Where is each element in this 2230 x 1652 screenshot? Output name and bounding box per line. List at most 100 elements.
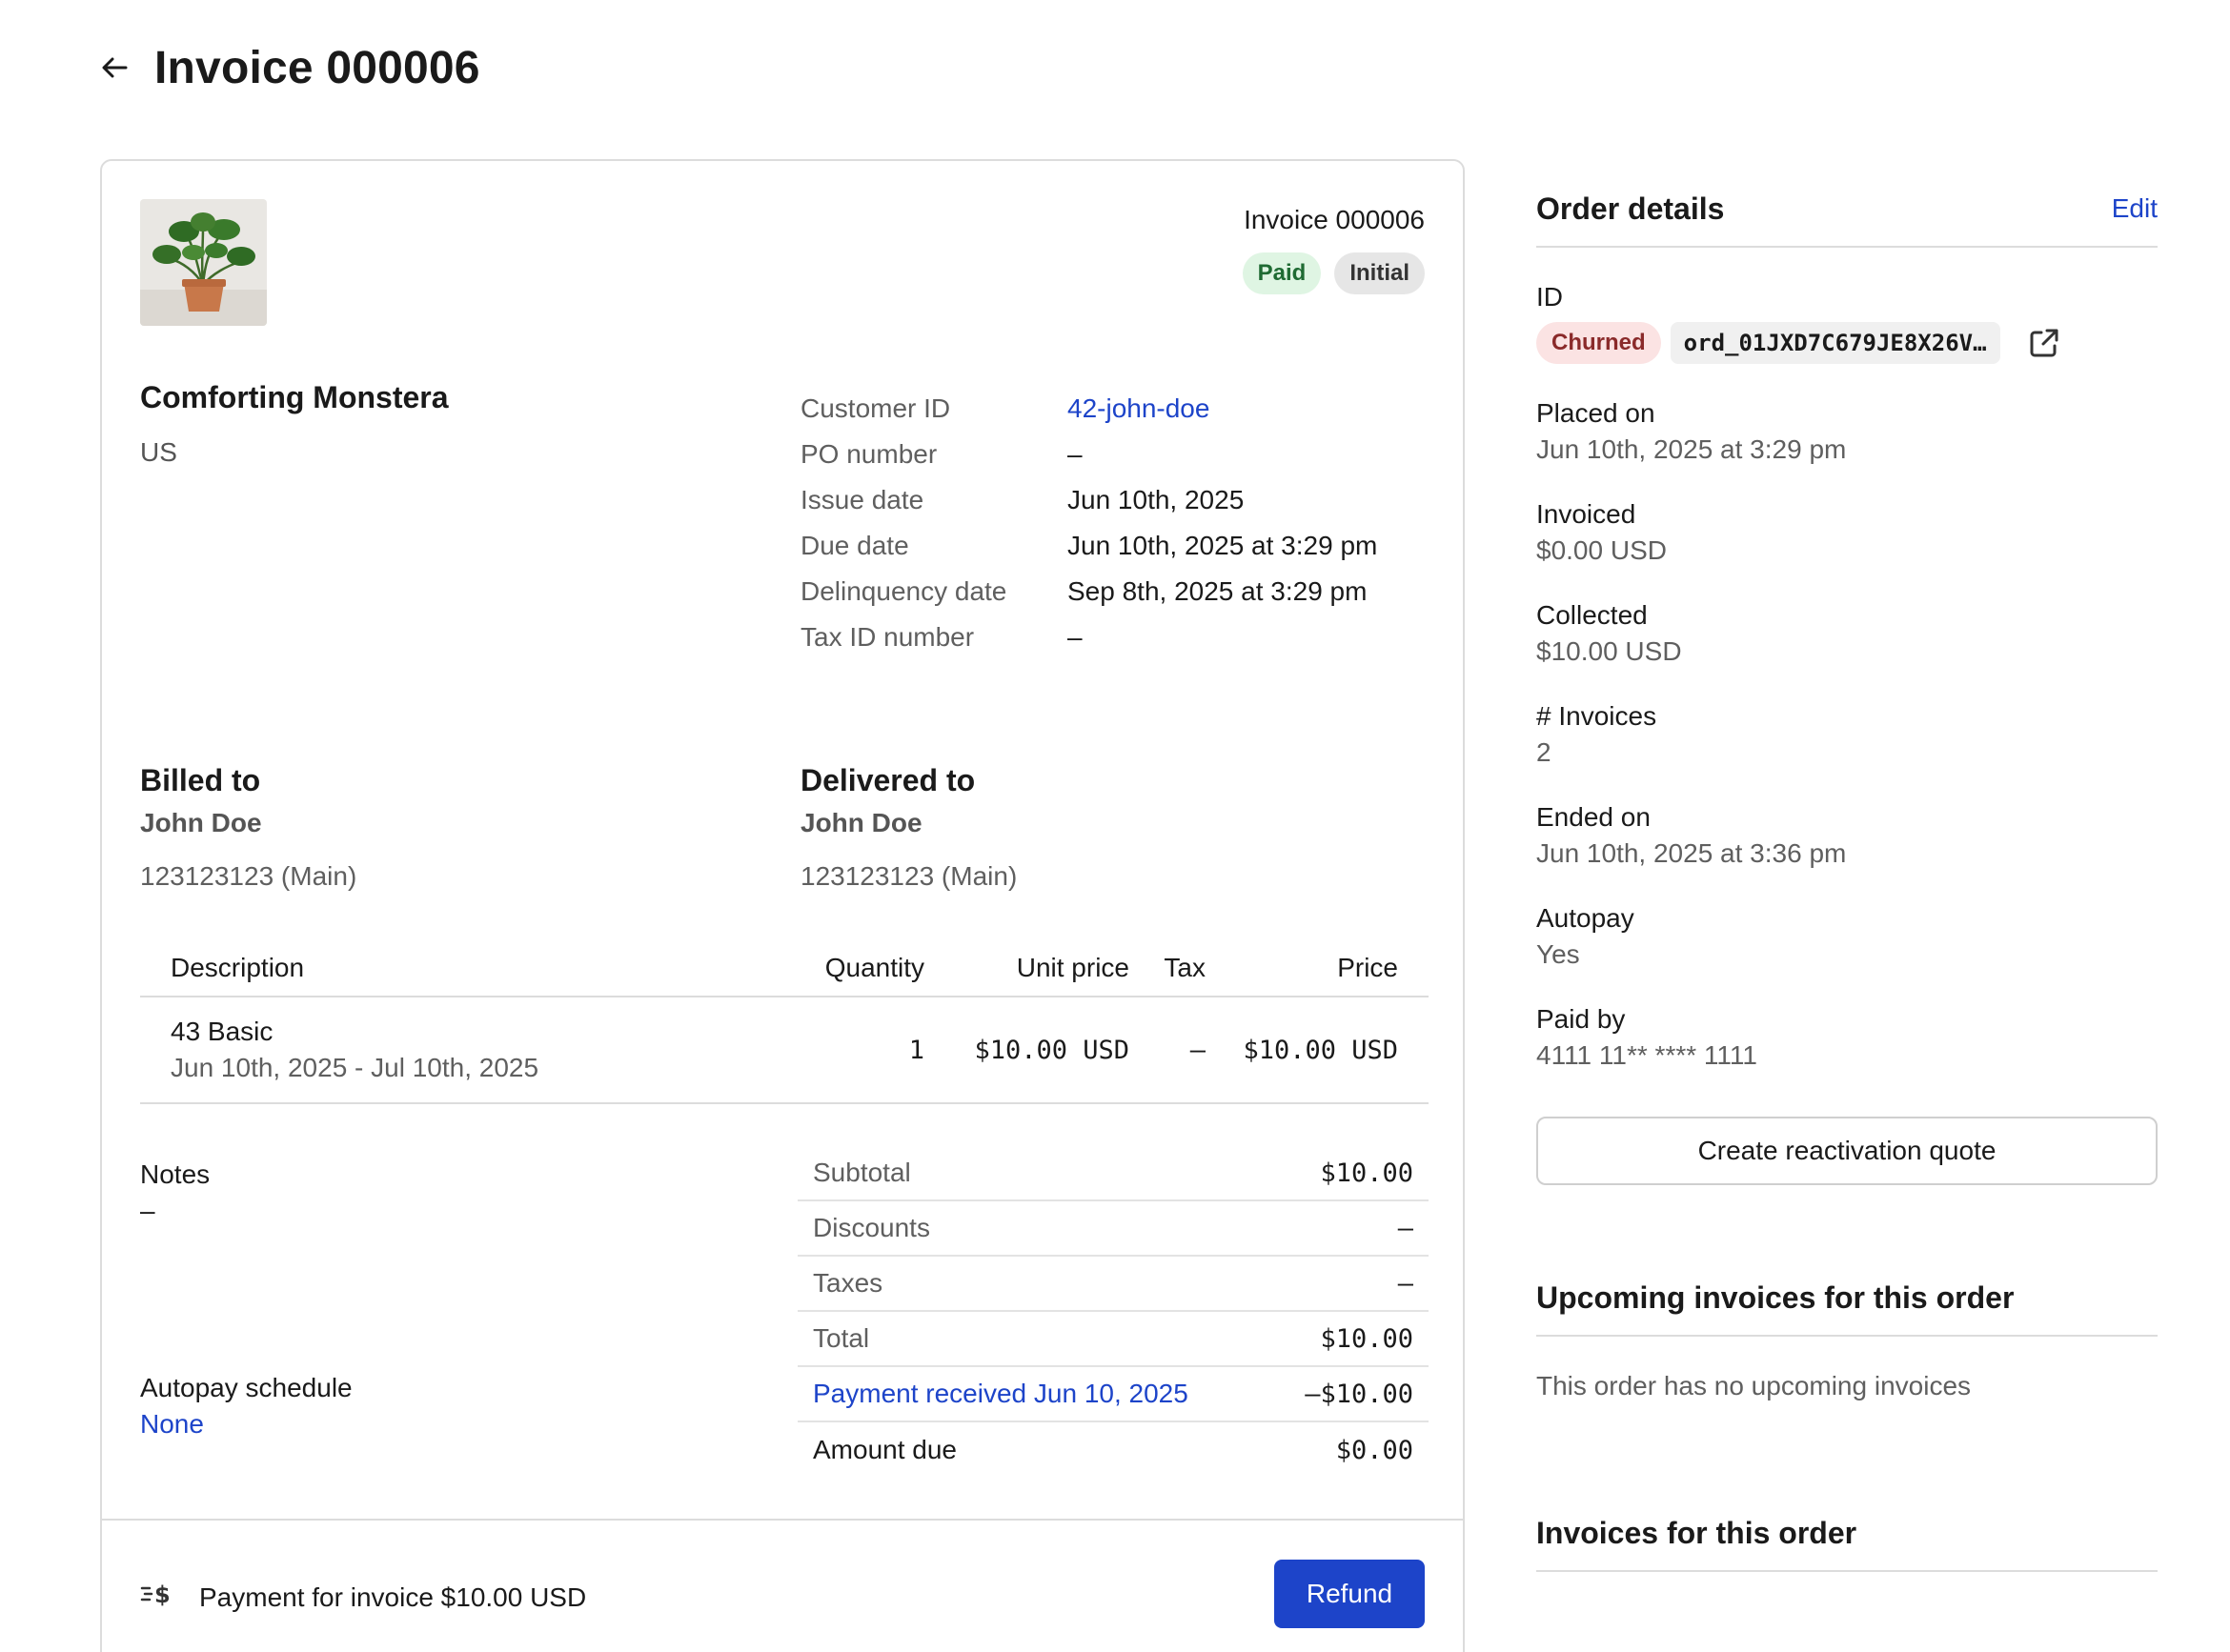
field-label: Placed on (1536, 398, 1655, 428)
meta-row-due-date: Due date Jun 10th, 2025 at 3:29 pm (801, 523, 1429, 569)
order-id-row: Churned ord_01JXD7C679JE8X26V… (1536, 322, 2158, 364)
meta-label: Delinquency date (801, 576, 1007, 606)
payment-speed-icon: $ (140, 1579, 178, 1616)
amount-due-row: Amount due $0.00 (798, 1422, 1429, 1478)
upcoming-invoices-section: Upcoming invoices for this order This or… (1536, 1280, 2158, 1401)
payment-received-row: Payment received Jun 10, 2025 –$10.00 (798, 1367, 1429, 1422)
payment-line-text: Payment for invoice $10.00 USD (199, 1581, 587, 1612)
total-row: Total $10.00 (798, 1312, 1429, 1367)
paid-by-field: Paid by 4111 11** **** 1111 (1536, 1004, 2158, 1071)
payment-line: $ Payment for invoice $10.00 USD (140, 1579, 586, 1616)
meta-row-tax-id: Tax ID number – (801, 614, 1429, 660)
item-description: 43 Basic Jun 10th, 2025 - Jul 10th, 2025 (140, 1017, 801, 1083)
total-value: $10.00 (1320, 1323, 1413, 1354)
delivered-to-phone: 123123123 (Main) (801, 861, 1018, 891)
meta-row-delinquency-date: Delinquency date Sep 8th, 2025 at 3:29 p… (801, 569, 1429, 614)
churned-badge: Churned (1536, 322, 1661, 364)
order-id-field: ID Churned ord_01JXD7C679JE8X26V… (1536, 282, 2158, 364)
notes-label: Notes (140, 1159, 211, 1189)
meta-value: Sep 8th, 2025 at 3:29 pm (1067, 576, 1368, 606)
field-label: Paid by (1536, 1004, 1626, 1034)
total-value: – (1397, 1213, 1413, 1243)
invoices-count-field: # Invoices 2 (1536, 701, 2158, 768)
field-label: Invoiced (1536, 499, 1636, 529)
totals: Subtotal $10.00 Discounts – Taxes – Tota… (798, 1146, 1429, 1478)
billed-to: Billed to John Doe 123123123 (Main) (140, 763, 356, 892)
item-period: Jun 10th, 2025 - Jul 10th, 2025 (171, 1053, 539, 1082)
col-unit-price: Unit price (1016, 953, 1129, 982)
order-invoices-heading: Invoices for this order (1536, 1516, 2158, 1572)
refund-button[interactable]: Refund (1274, 1560, 1425, 1628)
total-label: Amount due (813, 1435, 957, 1464)
item-quantity: 1 (908, 1035, 924, 1065)
total-value: – (1397, 1268, 1413, 1299)
back-arrow-icon[interactable] (95, 49, 133, 87)
ended-on-field: Ended on Jun 10th, 2025 at 3:36 pm (1536, 802, 2158, 869)
field-value: $10.00 USD (1536, 636, 1682, 666)
collected-field: Collected $10.00 USD (1536, 600, 2158, 667)
field-value: Jun 10th, 2025 at 3:29 pm (1536, 434, 1847, 464)
upcoming-invoices-empty: This order has no upcoming invoices (1536, 1371, 1972, 1400)
edit-link[interactable]: Edit (2112, 193, 2158, 224)
meta-label: Due date (801, 531, 909, 560)
order-details-header: Order details Edit (1536, 191, 2158, 248)
meta-label: Tax ID number (801, 622, 975, 652)
autopay-field: Autopay Yes (1536, 903, 2158, 970)
meta-row-customer-id: Customer ID 42-john-doe (801, 386, 1429, 432)
total-label: Subtotal (813, 1158, 911, 1187)
field-label: Autopay (1536, 903, 1634, 933)
customer-id-link[interactable]: 42-john-doe (1067, 393, 1209, 424)
delivered-to-heading: Delivered to (801, 763, 976, 797)
item-name: 43 Basic (171, 1017, 274, 1046)
field-value: Yes (1536, 939, 1580, 969)
field-value: Jun 10th, 2025 at 3:36 pm (1536, 838, 1847, 868)
total-value: $10.00 (1320, 1158, 1413, 1188)
table-row: 43 Basic Jun 10th, 2025 - Jul 10th, 2025… (140, 997, 1429, 1104)
total-label: Discounts (813, 1213, 930, 1242)
notes-value: – (140, 1196, 155, 1225)
meta-value: Jun 10th, 2025 (1067, 485, 1245, 514)
notes: Notes – (140, 1159, 210, 1226)
item-unit-price: $10.00 USD (974, 1035, 1129, 1065)
total-value: $0.00 (1335, 1435, 1413, 1465)
upcoming-invoices-heading: Upcoming invoices for this order (1536, 1280, 2158, 1337)
placed-on-field: Placed on Jun 10th, 2025 at 3:29 pm (1536, 398, 2158, 465)
order-details-heading: Order details (1536, 191, 1725, 226)
field-label: Ended on (1536, 802, 1651, 832)
field-label: ID (1536, 282, 1563, 312)
initial-badge: Initial (1334, 252, 1425, 294)
delivered-to: Delivered to John Doe 123123123 (Main) (801, 763, 1017, 892)
field-label: # Invoices (1536, 701, 1657, 731)
meta-label: Issue date (801, 485, 924, 514)
autopay-schedule: Autopay schedule None (140, 1373, 353, 1440)
col-description: Description (171, 953, 305, 982)
field-value: 4111 11** **** 1111 (1536, 1040, 1757, 1070)
card-divider (102, 1519, 1463, 1521)
field-label: Collected (1536, 600, 1648, 630)
invoice-badges: Paid Initial (1242, 252, 1425, 294)
invoice-number: Invoice 000006 (1244, 205, 1425, 234)
meta-label: Customer ID (801, 393, 951, 423)
col-tax: Tax (1164, 953, 1206, 982)
order-sidebar: Order details Edit ID Churned ord_01JXD7… (1536, 191, 2158, 1572)
discounts-row: Discounts – (798, 1201, 1429, 1257)
meta-value: – (1067, 622, 1083, 652)
field-value: $0.00 USD (1536, 535, 1667, 565)
product-image (140, 199, 267, 326)
payment-received-link[interactable]: Payment received Jun 10, 2025 (813, 1379, 1188, 1409)
create-reactivation-quote-button[interactable]: Create reactivation quote (1536, 1117, 2158, 1185)
order-id-chip[interactable]: ord_01JXD7C679JE8X26V… (1670, 322, 2000, 364)
total-label: Taxes (813, 1268, 883, 1298)
invoice-card: Invoice 000006 Paid Initial Comforting M… (100, 159, 1465, 1652)
meta-label: PO number (801, 439, 938, 469)
autopay-schedule-link[interactable]: None (140, 1409, 353, 1440)
col-price: Price (1337, 953, 1398, 982)
external-link-icon[interactable] (2025, 324, 2063, 362)
meta-row-po-number: PO number – (801, 432, 1429, 477)
table-header: Description Quantity Unit price Tax Pric… (140, 940, 1429, 997)
order-invoices-section: Invoices for this order (1536, 1516, 2158, 1572)
meta-value: Jun 10th, 2025 at 3:29 pm (1067, 531, 1378, 560)
invoiced-field: Invoiced $0.00 USD (1536, 499, 2158, 566)
total-value: –$10.00 (1305, 1379, 1413, 1409)
taxes-row: Taxes – (798, 1257, 1429, 1312)
